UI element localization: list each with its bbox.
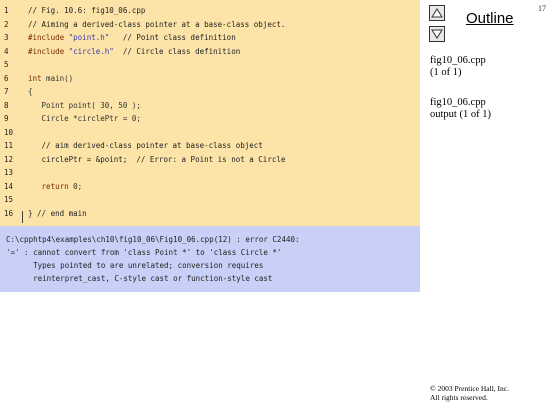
scroll-down-button[interactable] <box>429 26 445 42</box>
code-token: #include <box>28 33 69 42</box>
outline-title: Outline <box>466 10 514 27</box>
code-token: "circle.h" <box>68 46 114 56</box>
line-number: 16 <box>4 208 14 218</box>
triangle-down-icon <box>431 29 443 39</box>
code-token: // aim derived-class pointer at base-cla… <box>28 141 263 150</box>
outline-entry-source-name: fig10_06.cpp <box>430 55 486 66</box>
code-token: Circle *circlePtr = 0; <box>28 114 141 123</box>
code-token: main() <box>41 73 74 83</box>
code-token: // Fig. 10.6: fig10_06.cpp <box>28 6 146 15</box>
code-token: // Point class definition <box>109 33 236 42</box>
outline-sidebar: Outline 17 fig10_06.cpp (1 of 1) fig10_0… <box>426 0 550 412</box>
output-line: C:\cpphtp4\examples\ch10\fig10_06\Fig10_… <box>6 235 300 244</box>
output-line: reinterpret_cast, C-style cast or functi… <box>6 274 273 283</box>
code-listing-panel: 1// Fig. 10.6: fig10_06.cpp 2// Aiming a … <box>0 0 420 226</box>
output-line: Types pointed to are unrelated; conversi… <box>6 261 264 270</box>
code-token: 0; <box>68 181 83 191</box>
code-token: { <box>28 87 33 96</box>
code-token: Point point( 30, 50 ); <box>28 100 141 110</box>
code-token: // Circle class definition <box>113 46 241 56</box>
outline-entry-output[interactable]: fig10_06.cpp output (1 of 1) <box>430 97 491 121</box>
code-token: int <box>28 73 42 83</box>
outline-entry-output-name: fig10_06.cpp <box>430 97 486 108</box>
code-token: circlePtr = &point; // Error: a Point is… <box>28 154 286 164</box>
outline-entry-source-page: (1 of 1) <box>430 67 462 78</box>
code-token: #include <box>28 46 69 56</box>
code-token: "point.h" <box>68 33 110 42</box>
output-line: '=' : cannot convert from 'class Point *… <box>6 248 282 257</box>
rights-line: All rights reserved. <box>430 393 488 402</box>
code-text: } // end main <box>28 206 87 221</box>
scroll-up-button[interactable] <box>429 5 445 21</box>
code-line: 16 } // end main <box>0 206 420 221</box>
code-token: // Aiming a derived-class pointer at a b… <box>28 19 286 29</box>
copyright-notice: © 2003 Prentice Hall, Inc. All rights re… <box>430 384 509 402</box>
program-output-panel: C:\cpphtp4\examples\ch10\fig10_06\Fig10_… <box>0 226 420 292</box>
outline-entry-source[interactable]: fig10_06.cpp (1 of 1) <box>430 55 486 79</box>
triangle-up-icon <box>431 8 443 18</box>
copyright-line: © 2003 Prentice Hall, Inc. <box>430 384 510 393</box>
slide-number: 17 <box>538 4 546 13</box>
outline-entry-output-page: output (1 of 1) <box>430 109 491 120</box>
code-token: } // end main <box>28 208 87 218</box>
code-cursor-bar <box>22 211 23 223</box>
code-token: return <box>41 181 69 191</box>
